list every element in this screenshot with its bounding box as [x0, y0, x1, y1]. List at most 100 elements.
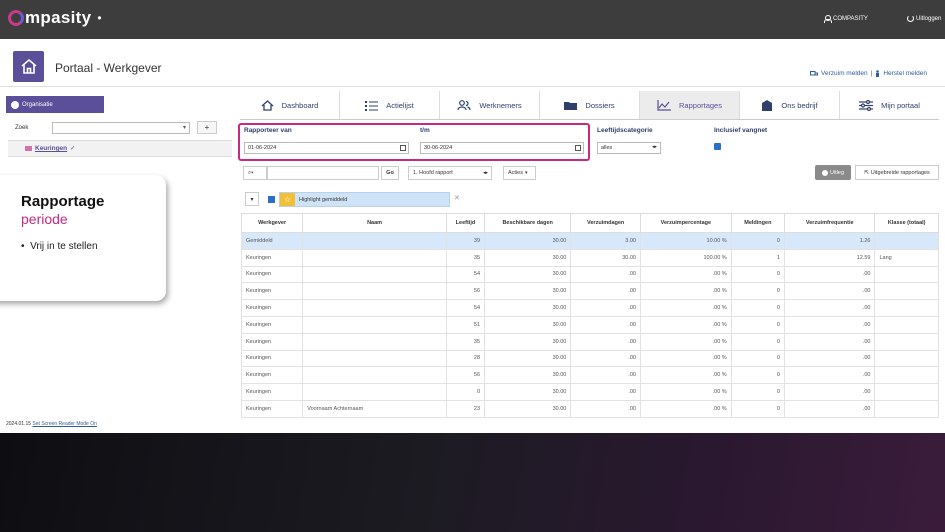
table-cell: .00 — [570, 282, 641, 301]
rapportage-callout: Rapportage periode • Vrij in te stellen — [0, 175, 166, 301]
uitgebreide-rapportages-button[interactable]: ⇱ Uitgebreide rapportages — [855, 165, 939, 180]
calendar-icon[interactable] — [400, 145, 406, 151]
close-icon[interactable]: ✕ — [454, 194, 460, 202]
verzuim-melden-link[interactable]: Verzuim melden — [821, 70, 868, 77]
organisatie-button[interactable]: Organisatie — [6, 96, 104, 113]
table-cell — [874, 349, 939, 368]
table-cell: 10.00 % — [639, 232, 732, 250]
acties-menu[interactable]: Acties ▾ — [503, 166, 536, 180]
table-row[interactable]: Keuringen 35 30.00 30.00 100.00 % 1 12.59 Lang — [240, 248, 939, 267]
table-cell: .00 — [783, 299, 876, 317]
table-cell: 30.00 — [484, 399, 572, 418]
table-row[interactable]: Keuringen 54 30.00.00.00 % 0.00 — [240, 299, 939, 317]
tab-label: Mijn portaal — [881, 100, 920, 110]
table-cell: 56 — [445, 282, 486, 301]
table-cell: 3.00 — [570, 232, 641, 250]
table-cell — [302, 366, 447, 385]
table-cell — [302, 315, 447, 334]
home-button[interactable] — [13, 51, 44, 82]
table-cell: 35 — [445, 248, 486, 267]
tab-rapportages[interactable]: Rapportages — [640, 91, 740, 119]
tab-label: Dashboard — [281, 100, 319, 110]
callout-bullet-text: Vrij in te stellen — [30, 241, 98, 252]
table-cell: 30.00 — [484, 248, 572, 267]
acties-label: Acties — [508, 170, 523, 176]
highlight-filter[interactable]: ☆ Highlight gemiddeld — [279, 192, 450, 207]
table-row[interactable]: Keuringen 35 30.00.00.00 % 0.00 — [240, 332, 939, 351]
col-naam[interactable]: Naam — [302, 213, 447, 233]
tab-dashboard[interactable]: Dashboard — [240, 91, 340, 119]
uitleg-button[interactable]: Uitleg — [815, 165, 851, 180]
tab-mijn-portaal[interactable]: Mijn portaal — [840, 91, 939, 119]
table-cell: 0 — [730, 232, 785, 250]
col-verzuimdagen[interactable]: Verzuimdagen — [570, 213, 641, 233]
table-row[interactable]: Keuringen 56 30.00.00.00 % 0.00 — [240, 366, 939, 385]
table-cell: .00 % — [639, 332, 732, 351]
table-row[interactable]: Keuringen 56 30.00.00.00 % 0.00 — [240, 282, 939, 301]
table-cell — [302, 265, 447, 284]
table-cell — [302, 383, 447, 401]
rapporteer-van-input[interactable]: 01-06-2024 — [244, 142, 409, 154]
col-klasse[interactable]: Klasse (totaal) — [874, 213, 939, 233]
tree-item-keuringen[interactable]: Keuringen ✓ — [8, 140, 232, 157]
filter-toggle[interactable]: ▾ — [245, 192, 259, 206]
user-menu[interactable]: COMPASITY — [824, 15, 868, 23]
callout-bullet: • Vrij in te stellen — [21, 241, 98, 252]
table-body: Gemiddeld 39 30.00 3.00 10.00 % 0 1.26 Keuringe… — [240, 232, 939, 418]
go-button[interactable]: Go — [381, 166, 399, 180]
version-text: 2024.01.15 — [6, 421, 32, 427]
spinner-icon: ◂▸ — [482, 170, 488, 176]
table-cell: 30.00 — [484, 383, 572, 401]
table-row[interactable]: Keuringen 0 30.00.00.00 % 0.00 — [240, 383, 939, 401]
add-button[interactable]: + — [197, 121, 217, 134]
herstel-melden-link[interactable]: Herstel melden — [883, 70, 927, 77]
table-cell: .00 % — [639, 383, 732, 401]
table-row[interactable]: Keuringen 28 30.00.00.00 % 0.00 — [240, 349, 939, 368]
tm-input[interactable]: 30-06-2024 — [420, 142, 584, 154]
col-meldingen[interactable]: Meldingen — [730, 213, 785, 233]
table-cell: .00 % — [639, 282, 732, 301]
tab-werknemers[interactable]: Werknemers — [440, 91, 540, 119]
highlight-checkbox[interactable] — [268, 196, 275, 203]
search-column-select[interactable]: ⌕▾ — [243, 166, 267, 180]
van-value: 01-06-2024 — [248, 145, 277, 151]
col-verzuimfrequentie[interactable]: Verzuimfrequentie — [783, 213, 876, 233]
table-row[interactable]: Keuringen 51 30.00.00.00 % 0.00 — [240, 315, 939, 334]
vangnet-checkbox[interactable] — [714, 143, 721, 150]
table-cell: 54 — [445, 265, 486, 284]
table-cell: 0 — [730, 315, 785, 334]
tab-actielijst[interactable]: Actielijst — [340, 91, 440, 119]
compasity-logo[interactable]: mpasity • — [8, 8, 102, 28]
folder-icon — [564, 101, 578, 110]
tab-ons-bedrijf[interactable]: Ons bedrijf — [740, 91, 840, 119]
rapport-select[interactable]: 1. Hoofd rapport ◂▸ — [408, 166, 492, 180]
table-cell: Keuringen — [240, 399, 304, 418]
zoek-select[interactable] — [52, 122, 190, 134]
rapporteer-van-label: Rapporteer van — [244, 127, 292, 134]
screen-reader-link[interactable]: Set Screen Reader Mode On — [32, 421, 96, 427]
tab-dossiers[interactable]: Dossiers — [540, 91, 640, 119]
table-row[interactable]: Keuringen 54 30.00.00.00 % 0.00 — [240, 265, 939, 284]
table-cell: Keuringen — [240, 349, 304, 368]
col-verzuimpercentage[interactable]: Verzuimpercentage — [639, 213, 732, 233]
leeftijdscategorie-select[interactable]: alles ◂▸ — [597, 142, 661, 154]
table-cell: 100.00 % — [639, 248, 732, 267]
external-link-icon: ⇱ — [864, 169, 869, 176]
report-search-input[interactable] — [267, 166, 379, 180]
table-cell: .00 — [570, 315, 641, 334]
calendar-icon[interactable] — [575, 145, 581, 151]
table-cell — [874, 315, 939, 334]
col-leeftijd[interactable]: Leeftijd — [445, 213, 486, 233]
table-cell — [302, 282, 447, 301]
table-cell: .00 % — [639, 265, 732, 284]
logout-button[interactable]: Uitloggen — [907, 15, 941, 22]
table-cell: 0 — [730, 366, 785, 385]
rapport-value: 1. Hoofd rapport — [413, 170, 453, 176]
table-row[interactable]: Keuringen Voornaam Achternaam 23 30.00.00.0… — [240, 399, 939, 418]
col-werkgever[interactable]: Werkgever — [240, 213, 304, 233]
spinner-icon: ◂▸ — [651, 144, 657, 150]
col-beschikbare-dagen[interactable]: Beschikbare dagen — [484, 213, 572, 233]
table-row-gemiddeld[interactable]: Gemiddeld 39 30.00 3.00 10.00 % 0 1.26 — [240, 232, 939, 250]
table-cell — [874, 299, 939, 317]
tm-label: t/m — [420, 127, 430, 134]
